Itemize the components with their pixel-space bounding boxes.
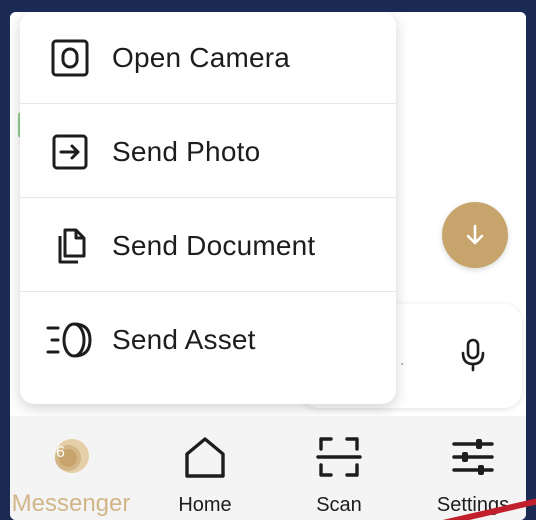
menu-item-open-camera[interactable]: Open Camera — [20, 12, 396, 104]
send-photo-icon — [46, 128, 94, 176]
chat-content-area: . Open Camera Send Photo Send Document S… — [10, 12, 526, 416]
document-icon — [46, 222, 94, 270]
menu-item-send-document[interactable]: Send Document — [20, 200, 396, 292]
menu-item-send-photo[interactable]: Send Photo — [20, 106, 396, 198]
scroll-to-bottom-button[interactable] — [442, 202, 508, 268]
nav-item-scan[interactable]: Scan — [296, 416, 382, 520]
home-icon — [178, 430, 232, 484]
menu-item-label: Open Camera — [112, 41, 291, 73]
menu-item-send-asset[interactable]: Send Asset — [20, 294, 396, 386]
microphone-button[interactable] — [450, 332, 496, 378]
messenger-icon: 6 — [44, 430, 98, 484]
nav-label: Home — [178, 494, 232, 516]
input-placeholder-fragment: . — [400, 352, 405, 369]
bottom-navigation: 6 Messenger Home Scan Settings — [10, 416, 526, 520]
menu-item-label: Send Document — [112, 229, 316, 261]
asset-icon — [46, 316, 94, 364]
phone-screen: . Open Camera Send Photo Send Document S… — [10, 12, 526, 520]
camera-icon — [46, 34, 94, 82]
unread-badge: 6 — [56, 444, 65, 461]
nav-label: Messenger — [11, 490, 131, 517]
menu-item-label: Send Photo — [112, 135, 261, 167]
settings-sliders-icon — [446, 430, 500, 484]
nav-item-home[interactable]: Home — [162, 416, 248, 520]
microphone-icon — [461, 338, 485, 372]
attachment-menu: Open Camera Send Photo Send Document Sen… — [20, 12, 396, 404]
scan-icon — [312, 430, 366, 484]
nav-item-messenger[interactable]: 6 Messenger — [10, 416, 132, 520]
menu-item-label: Send Asset — [112, 324, 256, 355]
nav-label: Scan — [316, 494, 362, 516]
arrow-down-icon — [466, 224, 484, 245]
